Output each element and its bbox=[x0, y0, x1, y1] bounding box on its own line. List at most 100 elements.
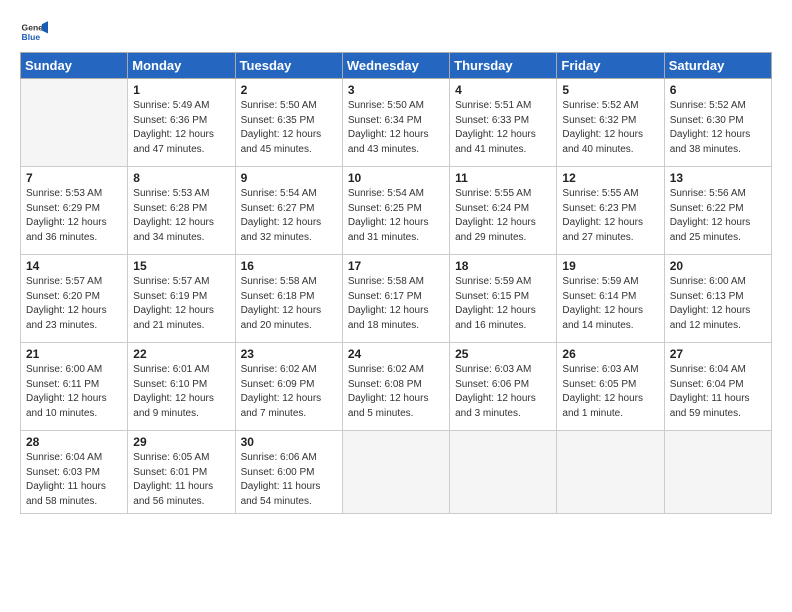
day-number: 25 bbox=[455, 347, 552, 361]
day-info: Sunrise: 5:51 AM Sunset: 6:33 PM Dayligh… bbox=[455, 99, 552, 157]
logo-icon: General Blue bbox=[20, 18, 48, 46]
day-info: Sunrise: 6:02 AM Sunset: 6:08 PM Dayligh… bbox=[348, 363, 445, 421]
day-info: Sunrise: 5:59 AM Sunset: 6:14 PM Dayligh… bbox=[562, 275, 659, 333]
calendar-cell bbox=[557, 431, 664, 514]
day-info: Sunrise: 6:01 AM Sunset: 6:10 PM Dayligh… bbox=[133, 363, 230, 421]
day-number: 2 bbox=[241, 83, 338, 97]
weekday-header-friday: Friday bbox=[557, 53, 664, 79]
calendar-cell: 11 Sunrise: 5:55 AM Sunset: 6:24 PM Dayli… bbox=[450, 167, 557, 255]
week-row-5: 28Sunrise: 6:04 AM Sunset: 6:03 PM Dayli… bbox=[21, 431, 772, 514]
day-info: Sunrise: 5:56 AM Sunset: 6:22 PM Dayligh… bbox=[670, 187, 767, 245]
day-number: 12 bbox=[562, 171, 659, 185]
day-number: 11 bbox=[455, 171, 552, 185]
calendar-cell: 12 Sunrise: 5:55 AM Sunset: 6:23 PM Dayli… bbox=[557, 167, 664, 255]
day-info: Sunrise: 5:52 AM Sunset: 6:32 PM Dayligh… bbox=[562, 99, 659, 157]
day-info: Sunrise: 5:53 AM Sunset: 6:28 PM Dayligh… bbox=[133, 187, 230, 245]
day-number: 20 bbox=[670, 259, 767, 273]
calendar-cell: 5 Sunrise: 5:52 AM Sunset: 6:32 PM Daylig… bbox=[557, 79, 664, 167]
day-number: 3 bbox=[348, 83, 445, 97]
day-number: 19 bbox=[562, 259, 659, 273]
calendar-cell: 24 Sunrise: 6:02 AM Sunset: 6:08 PM Dayli… bbox=[342, 343, 449, 431]
day-number: 18 bbox=[455, 259, 552, 273]
day-info: Sunrise: 5:58 AM Sunset: 6:17 PM Dayligh… bbox=[348, 275, 445, 333]
calendar-cell: 9Sunrise: 5:54 AM Sunset: 6:27 PM Daylig… bbox=[235, 167, 342, 255]
header: General Blue bbox=[20, 18, 772, 46]
day-info: Sunrise: 6:06 AM Sunset: 6:00 PM Dayligh… bbox=[241, 451, 338, 509]
calendar-cell: 19 Sunrise: 5:59 AM Sunset: 6:14 PM Dayli… bbox=[557, 255, 664, 343]
day-number: 21 bbox=[26, 347, 123, 361]
day-number: 8 bbox=[133, 171, 230, 185]
day-info: Sunrise: 5:50 AM Sunset: 6:34 PM Dayligh… bbox=[348, 99, 445, 157]
calendar-cell: 30 Sunrise: 6:06 AM Sunset: 6:00 PM Dayli… bbox=[235, 431, 342, 514]
day-number: 23 bbox=[241, 347, 338, 361]
day-number: 29 bbox=[133, 435, 230, 449]
weekday-header-tuesday: Tuesday bbox=[235, 53, 342, 79]
day-number: 10 bbox=[348, 171, 445, 185]
weekday-header-saturday: Saturday bbox=[664, 53, 771, 79]
calendar-cell: 29 Sunrise: 6:05 AM Sunset: 6:01 PM Dayli… bbox=[128, 431, 235, 514]
day-info: Sunrise: 6:04 AM Sunset: 6:04 PM Dayligh… bbox=[670, 363, 767, 421]
calendar-cell: 7 Sunrise: 5:53 AM Sunset: 6:29 PM Daylig… bbox=[21, 167, 128, 255]
day-info: Sunrise: 5:59 AM Sunset: 6:15 PM Dayligh… bbox=[455, 275, 552, 333]
calendar-cell: 25 Sunrise: 6:03 AM Sunset: 6:06 PM Dayli… bbox=[450, 343, 557, 431]
weekday-header-monday: Monday bbox=[128, 53, 235, 79]
day-info: Sunrise: 5:58 AM Sunset: 6:18 PM Dayligh… bbox=[241, 275, 338, 333]
week-row-4: 21 Sunrise: 6:00 AM Sunset: 6:11 PM Dayli… bbox=[21, 343, 772, 431]
calendar-cell: 26 Sunrise: 6:03 AM Sunset: 6:05 PM Dayli… bbox=[557, 343, 664, 431]
day-number: 28 bbox=[26, 435, 123, 449]
day-number: 24 bbox=[348, 347, 445, 361]
calendar-cell: 10 Sunrise: 5:54 AM Sunset: 6:25 PM Dayli… bbox=[342, 167, 449, 255]
calendar-cell: 18 Sunrise: 5:59 AM Sunset: 6:15 PM Dayli… bbox=[450, 255, 557, 343]
day-number: 5 bbox=[562, 83, 659, 97]
day-info: Sunrise: 5:57 AM Sunset: 6:20 PM Dayligh… bbox=[26, 275, 123, 333]
svg-text:Blue: Blue bbox=[22, 32, 41, 42]
day-number: 1 bbox=[133, 83, 230, 97]
day-info: Sunrise: 5:53 AM Sunset: 6:29 PM Dayligh… bbox=[26, 187, 123, 245]
day-number: 22 bbox=[133, 347, 230, 361]
day-info: Sunrise: 5:55 AM Sunset: 6:24 PM Dayligh… bbox=[455, 187, 552, 245]
calendar-cell bbox=[450, 431, 557, 514]
day-info: Sunrise: 5:49 AM Sunset: 6:36 PM Dayligh… bbox=[133, 99, 230, 157]
week-row-3: 14 Sunrise: 5:57 AM Sunset: 6:20 PM Dayli… bbox=[21, 255, 772, 343]
calendar-cell: 3 Sunrise: 5:50 AM Sunset: 6:34 PM Daylig… bbox=[342, 79, 449, 167]
day-info: Sunrise: 6:00 AM Sunset: 6:11 PM Dayligh… bbox=[26, 363, 123, 421]
weekday-header-sunday: Sunday bbox=[21, 53, 128, 79]
week-row-1: 1 Sunrise: 5:49 AM Sunset: 6:36 PM Daylig… bbox=[21, 79, 772, 167]
calendar-cell bbox=[664, 431, 771, 514]
calendar-cell: 23Sunrise: 6:02 AM Sunset: 6:09 PM Dayli… bbox=[235, 343, 342, 431]
day-number: 15 bbox=[133, 259, 230, 273]
calendar-cell: 13Sunrise: 5:56 AM Sunset: 6:22 PM Dayli… bbox=[664, 167, 771, 255]
calendar-cell: 21 Sunrise: 6:00 AM Sunset: 6:11 PM Dayli… bbox=[21, 343, 128, 431]
calendar-cell: 6Sunrise: 5:52 AM Sunset: 6:30 PM Daylig… bbox=[664, 79, 771, 167]
day-number: 26 bbox=[562, 347, 659, 361]
day-number: 17 bbox=[348, 259, 445, 273]
day-number: 16 bbox=[241, 259, 338, 273]
day-info: Sunrise: 5:57 AM Sunset: 6:19 PM Dayligh… bbox=[133, 275, 230, 333]
calendar-cell: 22 Sunrise: 6:01 AM Sunset: 6:10 PM Dayli… bbox=[128, 343, 235, 431]
calendar-cell: 4 Sunrise: 5:51 AM Sunset: 6:33 PM Daylig… bbox=[450, 79, 557, 167]
day-info: Sunrise: 5:55 AM Sunset: 6:23 PM Dayligh… bbox=[562, 187, 659, 245]
week-row-2: 7 Sunrise: 5:53 AM Sunset: 6:29 PM Daylig… bbox=[21, 167, 772, 255]
day-number: 27 bbox=[670, 347, 767, 361]
day-info: Sunrise: 6:00 AM Sunset: 6:13 PM Dayligh… bbox=[670, 275, 767, 333]
day-number: 7 bbox=[26, 171, 123, 185]
calendar-table: SundayMondayTuesdayWednesdayThursdayFrid… bbox=[20, 52, 772, 514]
calendar-cell: 8 Sunrise: 5:53 AM Sunset: 6:28 PM Daylig… bbox=[128, 167, 235, 255]
calendar-cell: 2 Sunrise: 5:50 AM Sunset: 6:35 PM Daylig… bbox=[235, 79, 342, 167]
day-number: 30 bbox=[241, 435, 338, 449]
calendar-cell: 28Sunrise: 6:04 AM Sunset: 6:03 PM Dayli… bbox=[21, 431, 128, 514]
day-info: Sunrise: 6:03 AM Sunset: 6:05 PM Dayligh… bbox=[562, 363, 659, 421]
day-number: 14 bbox=[26, 259, 123, 273]
calendar-cell: 27 Sunrise: 6:04 AM Sunset: 6:04 PM Dayli… bbox=[664, 343, 771, 431]
calendar-cell bbox=[21, 79, 128, 167]
day-number: 4 bbox=[455, 83, 552, 97]
day-info: Sunrise: 6:03 AM Sunset: 6:06 PM Dayligh… bbox=[455, 363, 552, 421]
calendar-cell: 17 Sunrise: 5:58 AM Sunset: 6:17 PM Dayli… bbox=[342, 255, 449, 343]
day-info: Sunrise: 5:50 AM Sunset: 6:35 PM Dayligh… bbox=[241, 99, 338, 157]
day-info: Sunrise: 5:54 AM Sunset: 6:25 PM Dayligh… bbox=[348, 187, 445, 245]
day-number: 9 bbox=[241, 171, 338, 185]
day-info: Sunrise: 6:05 AM Sunset: 6:01 PM Dayligh… bbox=[133, 451, 230, 509]
logo: General Blue bbox=[20, 18, 52, 46]
day-info: Sunrise: 5:52 AM Sunset: 6:30 PM Dayligh… bbox=[670, 99, 767, 157]
weekday-header-row: SundayMondayTuesdayWednesdayThursdayFrid… bbox=[21, 53, 772, 79]
